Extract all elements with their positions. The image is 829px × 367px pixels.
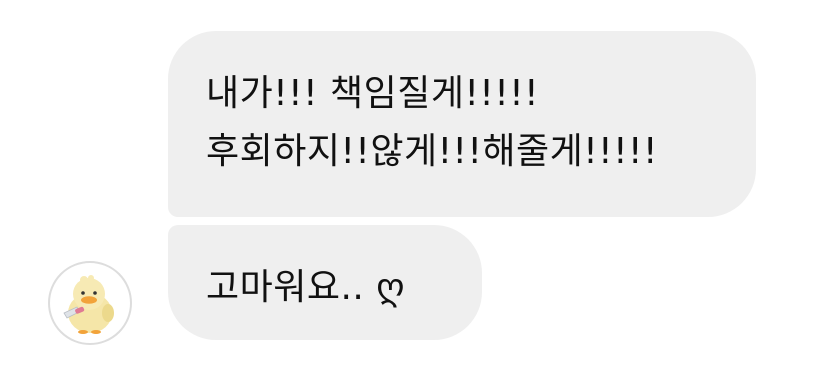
message-text-line: 후회하지!!않게!!!해줄게!!!!! [206, 131, 658, 172]
message-bubble[interactable]: 고마워요.. ღ [168, 225, 482, 340]
chick-with-knife-icon [63, 275, 114, 334]
message-bubble[interactable]: 내가!!! 책임질게!!!!! 후회하지!!않게!!!해줄게!!!!! [168, 31, 756, 217]
avatar[interactable] [48, 261, 132, 345]
message-text-line: 고마워요.. ღ [206, 267, 406, 308]
message-text-line: 내가!!! 책임질게!!!!! [206, 73, 540, 114]
